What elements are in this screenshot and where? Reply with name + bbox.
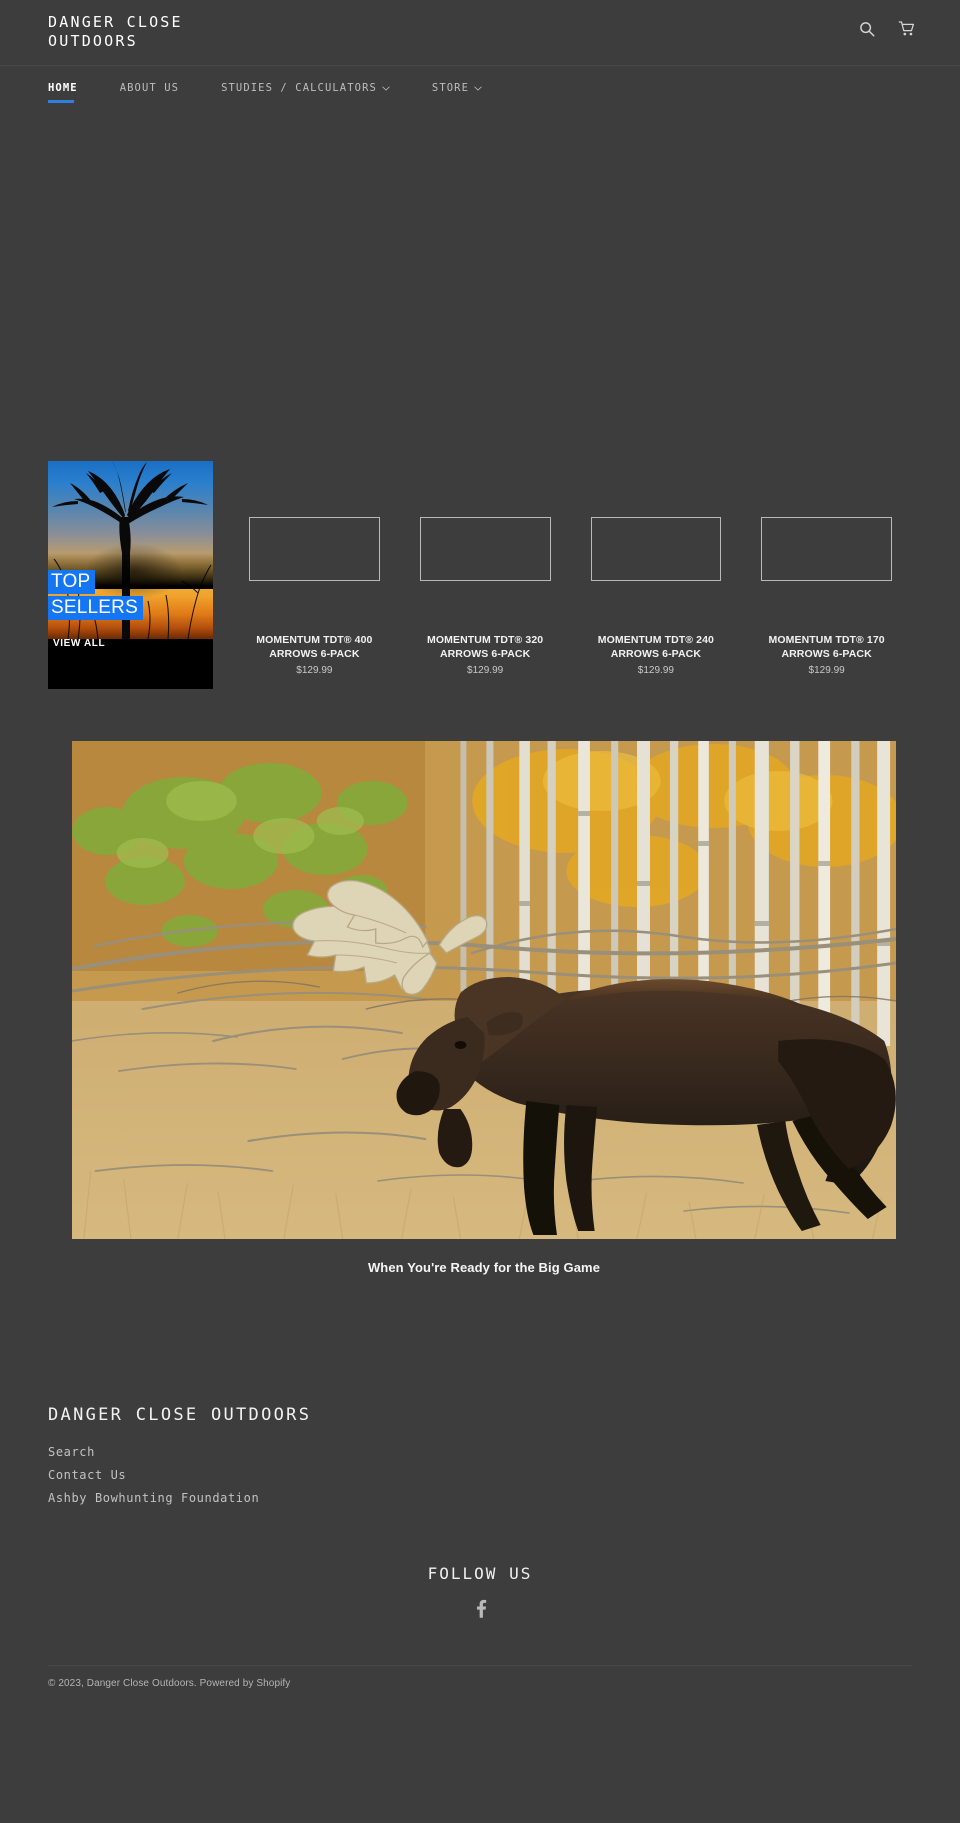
nav-item-studies-calculators[interactable]: STUDIES / CALCULATORS — [221, 82, 390, 103]
banner-caption: When You're Ready for the Big Game — [367, 1260, 601, 1275]
facebook-icon[interactable] — [474, 1599, 487, 1623]
product-price: $129.99 — [467, 665, 504, 676]
nav-item-home[interactable]: HOME — [48, 82, 78, 103]
product-image-placeholder — [249, 517, 380, 581]
hero-slideshow-placeholder — [0, 116, 960, 461]
follow-us-section: FOLLOW US — [48, 1564, 912, 1623]
promo-title-line-2: SELLERS — [48, 596, 143, 620]
main-navigation: HOME ABOUT US STUDIES / CALCULATORS STOR… — [0, 66, 960, 116]
nav-item-store[interactable]: STORE — [432, 82, 482, 103]
copyright-text: © 2023, Danger Close Outdoors. Powered b… — [48, 1678, 291, 1689]
page-root: DANGER CLOSE OUTDOORS HOME ABOUT US STUD… — [0, 0, 960, 1823]
promo-view-all-button[interactable]: VIEW ALL — [53, 638, 105, 649]
product-title: MOMENTUM TDT® 170 ARROWS 6-PACK — [768, 634, 885, 660]
product-title: MOMENTUM TDT® 240 ARROWS 6-PACK — [597, 634, 714, 660]
product-price: $129.99 — [296, 665, 333, 676]
promo-tile-top-sellers[interactable]: TOP SELLERS VIEW ALL — [48, 461, 213, 689]
product-grid: MOMENTUM TDT® 400 ARROWS 6-PACK $129.99 … — [229, 461, 912, 676]
nav-item-about-us[interactable]: ABOUT US — [120, 82, 179, 103]
product-image-placeholder — [590, 517, 722, 581]
product-image-placeholder — [761, 517, 892, 581]
nav-item-label: STUDIES / CALCULATORS — [221, 82, 377, 94]
product-card[interactable]: MOMENTUM TDT® 240 ARROWS 6-PACK $129.99 — [571, 461, 742, 676]
follow-us-title: FOLLOW US — [427, 1564, 533, 1583]
cart-icon[interactable] — [898, 20, 916, 38]
product-card[interactable]: MOMENTUM TDT® 320 ARROWS 6-PACK $129.99 — [400, 461, 571, 676]
footer-logo: DANGER CLOSE OUTDOORS — [48, 1405, 312, 1425]
copyright-bar: © 2023, Danger Close Outdoors. Powered b… — [48, 1665, 912, 1689]
nav-item-label: ABOUT US — [119, 82, 180, 94]
footer-link-ashby-bowhunting-foundation[interactable]: Ashby Bowhunting Foundation — [48, 1487, 912, 1510]
nav-item-label: HOME — [48, 82, 78, 94]
product-title: MOMENTUM TDT® 400 ARROWS 6-PACK — [256, 634, 373, 660]
product-card[interactable]: MOMENTUM TDT® 400 ARROWS 6-PACK $129.99 — [229, 461, 400, 676]
facebook-glyph — [476, 1599, 486, 1618]
promo-title-line-1: TOP — [48, 570, 96, 594]
site-logo[interactable]: DANGER CLOSE OUTDOORS — [48, 13, 248, 51]
social-links — [48, 1599, 912, 1623]
site-header: DANGER CLOSE OUTDOORS — [0, 0, 960, 66]
product-price: $129.99 — [637, 665, 674, 676]
moose-photo — [72, 741, 896, 1239]
footer-link-contact-us[interactable]: Contact Us — [48, 1464, 912, 1487]
header-icon-group — [858, 20, 916, 38]
featured-collection-row: TOP SELLERS VIEW ALL MOMENTUM TDT® 400 A… — [0, 461, 960, 689]
nav-item-label: STORE — [431, 82, 470, 94]
image-with-text-banner: When You're Ready for the Big Game — [72, 741, 896, 1275]
product-card[interactable]: MOMENTUM TDT® 170 ARROWS 6-PACK $129.99 — [741, 461, 912, 676]
moose-illustration — [72, 741, 896, 1239]
product-price: $129.99 — [808, 665, 845, 676]
chevron-down-icon — [382, 85, 390, 93]
nav-active-underline — [48, 100, 74, 103]
site-footer: DANGER CLOSE OUTDOORS Search Contact Us … — [0, 1405, 960, 1689]
product-title: MOMENTUM TDT® 320 ARROWS 6-PACK — [427, 634, 544, 660]
product-image-placeholder — [419, 517, 551, 581]
promo-title: TOP SELLERS — [48, 569, 213, 621]
search-icon[interactable] — [858, 20, 876, 38]
footer-link-search[interactable]: Search — [48, 1441, 912, 1464]
chevron-down-icon — [474, 85, 482, 93]
